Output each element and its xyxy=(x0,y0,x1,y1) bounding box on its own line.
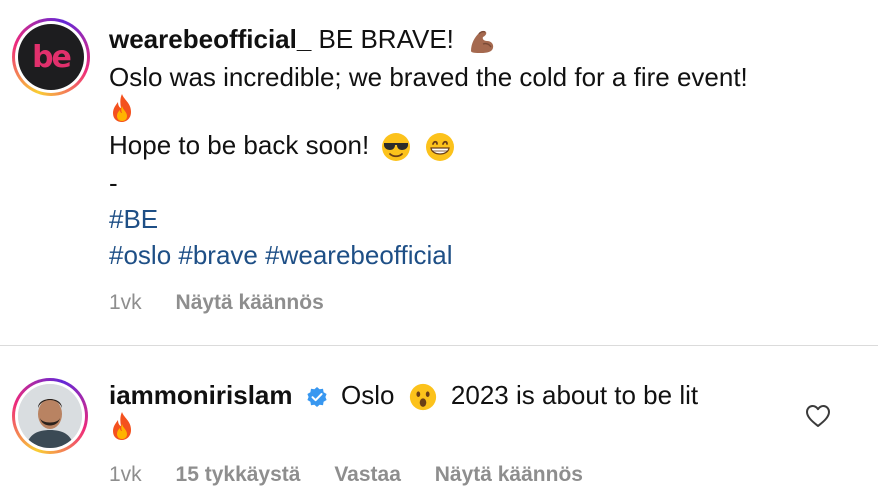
divider xyxy=(0,345,878,346)
commenter-username[interactable]: iammonirislam xyxy=(109,380,293,410)
flexed-biceps-emoji xyxy=(471,31,494,54)
caption-line-2: Hope to be back soon! xyxy=(109,128,456,163)
comment-timestamp: 1vk xyxy=(109,463,142,486)
person-portrait-icon xyxy=(18,384,82,448)
comment-line-1: iammonirislam Oslo 2023 is about to be l… xyxy=(109,378,698,412)
be-logo-text: be xyxy=(32,39,72,75)
author-username[interactable]: wearebeofficial_ xyxy=(109,24,311,54)
commenter-avatar[interactable] xyxy=(12,378,88,454)
fire-emoji xyxy=(113,412,131,440)
hashtag-oslo[interactable]: #oslo xyxy=(109,240,171,270)
author-avatar[interactable]: be xyxy=(12,18,90,96)
comment-text-end: 2023 is about to be lit xyxy=(450,380,699,410)
comment-translate-link[interactable]: Näytä käännös xyxy=(435,463,583,486)
caption-meta: 1vk Näytä käännös xyxy=(109,290,352,316)
caption-title-line: wearebeofficial_ BE BRAVE! xyxy=(109,22,497,57)
grinning-face-emoji xyxy=(425,133,454,162)
caption-title: BE BRAVE! xyxy=(318,24,454,54)
caption-line-1: Oslo was incredible; we braved the cold … xyxy=(109,62,748,92)
caption-translate-link[interactable]: Näytä käännös xyxy=(176,291,324,314)
hashtag-brave[interactable]: #brave xyxy=(178,240,258,270)
heart-outline-icon[interactable] xyxy=(805,404,831,428)
fire-emoji xyxy=(113,94,131,122)
caption-line-2-text: Hope to be back soon! xyxy=(109,130,370,160)
caption-timestamp: 1vk xyxy=(109,291,142,314)
be-logo: be xyxy=(18,24,84,90)
sunglasses-face-emoji xyxy=(382,133,411,162)
hushed-face-emoji xyxy=(409,384,436,411)
comment-line-2 xyxy=(109,410,137,450)
verified-badge-icon xyxy=(307,387,327,408)
comment-text-start: Oslo xyxy=(340,380,395,410)
comment-reply-button[interactable]: Vastaa xyxy=(334,463,401,486)
comment-likes-count[interactable]: 15 tykkäystä xyxy=(176,463,301,486)
post-caption: be wearebeofficial_ BE BRAVE! Oslo was i… xyxy=(0,0,878,340)
caption-line-1-emoji xyxy=(109,92,137,132)
caption-separator: - xyxy=(109,168,118,198)
comment-meta: 1vk 15 tykkäystä Vastaa Näytä käännös xyxy=(109,462,611,488)
hashtag-wearebeofficial[interactable]: #wearebeofficial xyxy=(265,240,452,270)
hashtag-be[interactable]: #BE xyxy=(109,202,158,236)
hashtag-line: #oslo #brave #wearebeofficial xyxy=(109,238,453,272)
commenter-photo xyxy=(18,384,82,448)
